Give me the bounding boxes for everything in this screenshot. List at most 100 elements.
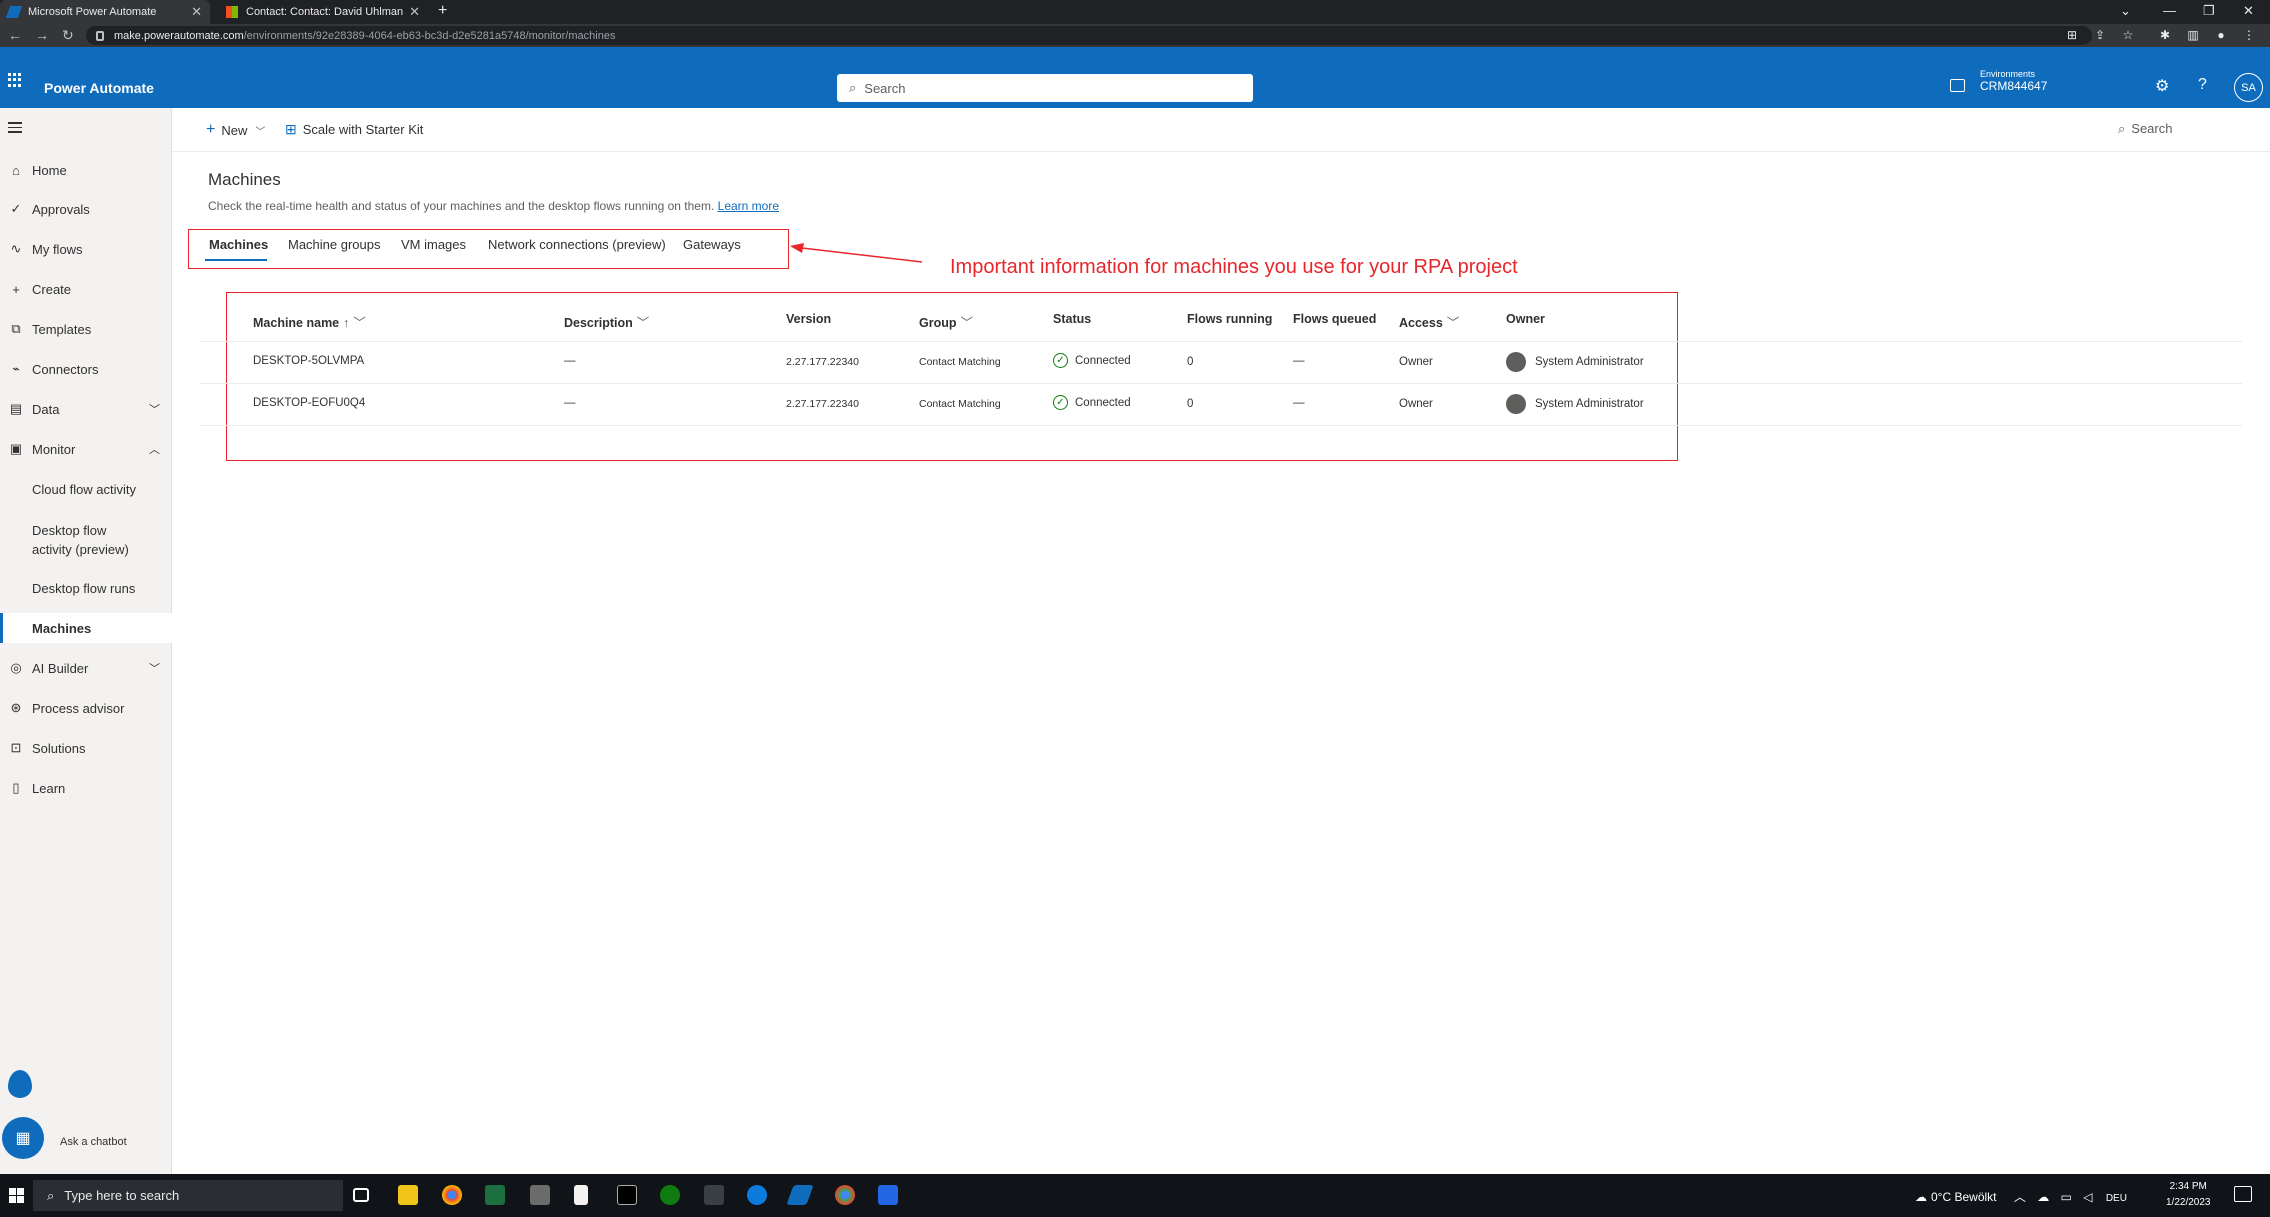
taskbar-clock[interactable]: 2:34 PM 1/22/2023 <box>2166 1179 2211 1211</box>
starter-kit-label: Scale with Starter Kit <box>302 122 424 137</box>
nav-connectors[interactable]: ⌁ Connectors <box>0 354 172 384</box>
command-search-button[interactable]: ⌕ Search <box>2118 121 2172 137</box>
nav-home[interactable]: ⌂ Home <box>0 155 172 185</box>
app-name[interactable]: Power Automate <box>44 80 154 96</box>
owner-name: System Administrator <box>1535 356 1644 368</box>
cell-access: Owner <box>1399 398 1433 410</box>
help-icon[interactable]: ? <box>2198 76 2207 94</box>
chevron-down-icon: ﹀ <box>149 663 160 675</box>
col-header-flows-queued[interactable]: Flows queued <box>1293 312 1376 326</box>
task-view-icon[interactable] <box>353 1188 369 1202</box>
extensions-icon[interactable]: ✱ <box>2158 28 2172 42</box>
starter-kit-icon: ⊞ <box>285 121 297 137</box>
restore-icon[interactable]: ❐ <box>2203 3 2215 19</box>
browser-tab-power-automate[interactable]: Microsoft Power Automate ✕ <box>0 0 210 24</box>
forward-icon[interactable]: → <box>35 27 49 43</box>
chrome-active-icon[interactable] <box>835 1185 855 1205</box>
excel-icon[interactable] <box>485 1185 505 1205</box>
close-window-icon[interactable]: ✕ <box>2243 3 2254 19</box>
nav-ai-builder[interactable]: ◎ AI Builder ﹀ <box>0 653 172 683</box>
back-icon[interactable]: ← <box>8 27 22 43</box>
notifications-icon[interactable] <box>2234 1186 2252 1202</box>
volume-icon[interactable]: ◁ <box>2083 1190 2092 1204</box>
edge-icon[interactable] <box>747 1185 767 1205</box>
chevron-up-icon[interactable]: ︿ <box>2014 1190 2026 1204</box>
app-icon[interactable] <box>530 1185 550 1205</box>
nav-approvals[interactable]: ✓ Approvals <box>0 194 172 224</box>
col-header-description[interactable]: Description ﹀ <box>564 312 649 331</box>
nav-monitor[interactable]: ▣ Monitor ︿ <box>0 434 172 464</box>
avatar[interactable]: SA <box>2234 73 2263 102</box>
nav-my-flows[interactable]: ∿ My flows <box>0 234 172 264</box>
new-tab-icon[interactable]: + <box>438 2 447 20</box>
side-panel-icon[interactable]: ▥ <box>2186 28 2200 42</box>
tab-search-chevron-icon[interactable]: ⌄ <box>2120 3 2131 19</box>
cell-machine-name[interactable]: DESKTOP-5OLVMPA <box>253 355 364 367</box>
close-tab-icon[interactable]: ✕ <box>191 4 202 20</box>
file-explorer-icon[interactable] <box>398 1185 418 1205</box>
power-automate-icon[interactable] <box>878 1185 898 1205</box>
col-header-group[interactable]: Group ﹀ <box>919 312 973 331</box>
nav-learn[interactable]: ▯ Learn <box>0 773 172 803</box>
cell-owner: System Administrator <box>1506 352 1644 372</box>
chatbot-label[interactable]: Ask a chatbot <box>60 1136 127 1148</box>
taskbar-search-input[interactable]: ⌕ Type here to search <box>33 1180 343 1211</box>
network-icon[interactable]: ▭ <box>2061 1190 2072 1204</box>
scale-starter-kit-button[interactable]: ⊞ Scale with Starter Kit <box>285 121 423 138</box>
tool-icon[interactable] <box>704 1185 724 1205</box>
col-header-flows-running[interactable]: Flows running <box>1187 312 1272 326</box>
nav-label: Learn <box>32 780 66 796</box>
header-search-input[interactable]: ⌕ Search <box>837 74 1253 102</box>
app-launcher-icon[interactable] <box>8 73 22 87</box>
col-header-machine-name[interactable]: Machine name ↑ ﹀ <box>253 312 366 331</box>
nav-solutions[interactable]: ⊡ Solutions <box>0 733 172 763</box>
col-header-owner[interactable]: Owner <box>1506 312 1545 326</box>
nav-desktop-flow-runs[interactable]: Desktop flow runs <box>0 573 172 603</box>
bookmark-star-icon[interactable]: ☆ <box>2121 28 2135 42</box>
hamburger-menu-icon[interactable] <box>8 122 22 136</box>
environment-picker[interactable]: Environments CRM844647 <box>1980 69 2047 93</box>
language-indicator[interactable]: DEU <box>2106 1193 2127 1204</box>
taskbar-search-placeholder: Type here to search <box>64 1188 180 1203</box>
col-header-status[interactable]: Status <box>1053 312 1091 326</box>
search-icon: ⌕ <box>47 1187 55 1203</box>
nav-label: Desktop flow activity (preview) <box>32 523 129 557</box>
url-field[interactable]: make.powerautomate.com/environments/92e2… <box>86 26 2092 45</box>
new-button[interactable]: + New ﹀ <box>206 121 265 139</box>
onedrive-icon[interactable]: ☁ <box>2037 1190 2049 1204</box>
cell-machine-name[interactable]: DESKTOP-EOFU0Q4 <box>253 397 365 409</box>
chatbot-button[interactable]: ▦ <box>2 1117 44 1159</box>
cloud-weather-icon[interactable]: ☁ <box>1915 1190 1927 1204</box>
nav-cloud-flow-activity[interactable]: Cloud flow activity <box>0 474 172 504</box>
nav-label: Desktop flow runs <box>32 580 136 596</box>
notepad-icon[interactable] <box>574 1185 588 1205</box>
search-placeholder: Search <box>864 80 906 96</box>
nav-desktop-flow-activity[interactable]: Desktop flow activity (preview) <box>0 520 172 560</box>
weather-text[interactable]: 0°C Bewölkt <box>1931 1190 1997 1204</box>
nav-label: Monitor <box>32 441 76 457</box>
nav-templates[interactable]: ⧉ Templates <box>0 314 172 344</box>
col-header-access[interactable]: Access ﹀ <box>1399 312 1459 331</box>
nav-data[interactable]: ▤ Data ﹀ <box>0 394 172 424</box>
settings-gear-icon[interactable]: ⚙ <box>2155 76 2169 96</box>
reload-icon[interactable]: ↻ <box>62 27 74 44</box>
chrome-icon[interactable] <box>442 1185 462 1205</box>
nav-process-advisor[interactable]: ⊛ Process advisor <box>0 693 172 723</box>
xbox-icon[interactable] <box>660 1185 680 1205</box>
col-header-version[interactable]: Version <box>786 312 831 326</box>
translate-icon[interactable]: ⊞ <box>2065 28 2079 42</box>
share-icon[interactable]: ⇪ <box>2093 28 2107 42</box>
copilot-bubble-icon[interactable] <box>8 1070 32 1098</box>
browser-tab-contact[interactable]: Contact: Contact: David Uhlmann ✕ <box>218 0 428 24</box>
menu-dots-icon[interactable]: ⋮ <box>2242 28 2256 42</box>
close-tab-icon[interactable]: ✕ <box>409 4 420 20</box>
windows-start-icon[interactable] <box>9 1188 24 1203</box>
terminal-icon[interactable] <box>617 1185 637 1205</box>
profile-icon[interactable]: ● <box>2214 28 2228 42</box>
minimize-icon[interactable]: — <box>2163 3 2176 18</box>
nav-label: Solutions <box>32 740 86 756</box>
nav-create[interactable]: + Create <box>0 274 172 304</box>
cell-status: ✓ Connected <box>1053 395 1131 410</box>
learn-more-link[interactable]: Learn more <box>718 199 779 213</box>
nav-machines[interactable]: Machines <box>0 613 172 643</box>
